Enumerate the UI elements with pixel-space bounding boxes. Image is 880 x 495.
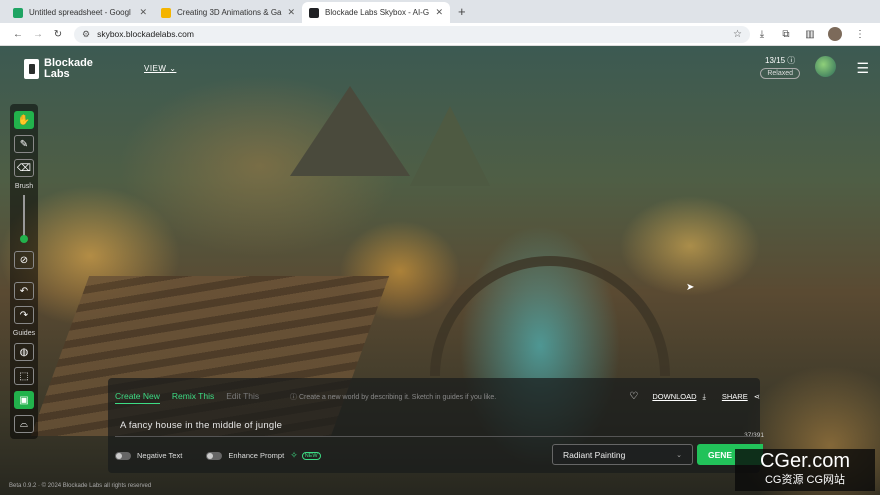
download-icon[interactable]: ⤓ <box>703 392 706 402</box>
credits-counter[interactable]: 13/15 ⓘ Relaxed <box>760 55 800 79</box>
logo-icon <box>24 58 39 79</box>
new-tab-button[interactable]: + <box>458 4 466 19</box>
share-button[interactable]: SHARE <box>722 392 748 401</box>
prompt-hint: ⓘ Create a new world by describing it. S… <box>290 392 496 402</box>
logo-line: Blockade <box>44 56 93 69</box>
brush-label: Brush <box>14 183 34 190</box>
blockade-favicon-icon <box>309 7 319 18</box>
redo-icon[interactable]: ↷ <box>14 306 34 324</box>
panel-actions: ♡ DOWNLOAD ⤓ SHARE ⋖ <box>629 391 760 402</box>
watermark-line: CG资源 CG网站 <box>764 474 846 486</box>
cube-guide-icon[interactable]: ⬚ <box>14 367 34 385</box>
url-text: skybox.blockadelabs.com <box>97 29 194 39</box>
info-icon[interactable]: ⓘ <box>787 56 795 65</box>
view-label: VIEW <box>144 64 167 73</box>
browser-tab-strip: Untitled spreadsheet - Googl ✕ Creating … <box>0 0 880 23</box>
user-avatar[interactable] <box>815 56 836 77</box>
chevron-down-icon: ⌄ <box>676 451 682 459</box>
download-button[interactable]: DOWNLOAD <box>652 392 696 401</box>
close-icon[interactable]: ✕ <box>287 7 295 18</box>
enhance-prompt-toggle[interactable] <box>206 451 223 460</box>
url-field[interactable]: ⚙ skybox.blockadelabs.com ☆ <box>74 25 750 43</box>
hand-tool-icon[interactable]: ✋ <box>14 111 34 129</box>
scene-bridge <box>430 256 670 376</box>
logo-line: Labs <box>44 67 70 80</box>
dome-guide-icon[interactable]: ⌓ <box>14 415 34 433</box>
clear-icon[interactable]: ⊘ <box>14 251 34 269</box>
logo[interactable]: Blockade Labs <box>44 56 104 80</box>
forward-icon[interactable]: → <box>28 29 48 40</box>
info-icon: ⓘ <box>290 394 297 401</box>
tab-title: Blockade Labs Skybox - AI-G <box>325 8 430 17</box>
negative-text-toggle[interactable] <box>115 451 131 460</box>
prompt-panel: Create New Remix This Edit This ⓘ Create… <box>108 378 764 473</box>
tab-create-new[interactable]: Create New <box>115 391 160 404</box>
tab-3d-animations[interactable]: Creating 3D Animations & Ga ✕ <box>154 2 302 23</box>
share-icon[interactable]: ⋖ <box>754 392 760 401</box>
mode-tabs: Create New Remix This Edit This <box>115 391 259 404</box>
new-badge: NEW <box>301 451 321 460</box>
eraser-tool-icon[interactable]: ⌫ <box>14 159 34 177</box>
app-header: Blockade Labs VIEW ⌄ <box>0 46 880 91</box>
brush-size-slider[interactable] <box>20 195 28 243</box>
footer-text: Beta 0.9.2 · © 2024 Blockade Labs all ri… <box>9 483 152 489</box>
site-info-icon[interactable]: ⚙ <box>82 29 90 40</box>
tab-remix-this[interactable]: Remix This <box>172 391 214 404</box>
address-bar: ← → ↻ ⚙ skybox.blockadelabs.com ☆ ⤓ ⧉ ▥ … <box>0 23 880 46</box>
reload-icon[interactable]: ↻ <box>48 29 68 40</box>
tab-spreadsheet[interactable]: Untitled spreadsheet - Googl ✕ <box>6 2 154 23</box>
watermark-line: CGer.com <box>759 450 851 472</box>
bookmark-star-icon[interactable]: ☆ <box>733 29 742 40</box>
download-icon[interactable]: ⤓ <box>750 29 774 40</box>
scene-roof <box>410 106 490 186</box>
sheets-icon <box>13 7 23 18</box>
credits-mode-badge: Relaxed <box>760 68 800 79</box>
prompt-input[interactable]: A fancy house in the middle of jungle <box>120 420 282 431</box>
undo-icon[interactable]: ↶ <box>14 282 34 300</box>
chevron-down-icon: ⌄ <box>169 64 177 73</box>
image-guide-icon[interactable]: ▣ <box>14 391 34 409</box>
brush-tool-icon[interactable]: ✎ <box>14 135 34 153</box>
extensions-icon[interactable]: ⧉ <box>774 29 798 40</box>
heart-icon[interactable]: ♡ <box>629 391 638 402</box>
slides-icon <box>161 7 171 18</box>
tool-sidebar: ✋ ✎ ⌫ Brush ⊘ ↶ ↷ Guides ◍ ⬚ ▣ ⌓ <box>10 104 38 439</box>
slider-knob[interactable] <box>20 235 28 243</box>
negative-text-label: Negative Text <box>137 451 183 460</box>
hamburger-menu-icon[interactable]: ☰ <box>856 60 869 77</box>
skybox-viewport[interactable]: ➤ Blockade Labs VIEW ⌄ 13/15 ⓘ Relaxed ☰… <box>0 46 880 495</box>
divider <box>115 436 755 437</box>
mouse-cursor-icon: ➤ <box>686 282 695 293</box>
profile-avatar[interactable] <box>828 27 842 41</box>
prompt-options: Negative Text Enhance Prompt ✧ NEW <box>115 450 321 461</box>
view-menu-button[interactable]: VIEW ⌄ <box>144 64 176 73</box>
close-icon[interactable]: ✕ <box>139 7 147 18</box>
credits-value: 13/15 <box>765 56 786 65</box>
tab-title: Untitled spreadsheet - Googl <box>29 8 131 17</box>
close-icon[interactable]: ✕ <box>435 7 443 18</box>
tab-title: Creating 3D Animations & Ga <box>177 8 282 17</box>
tab-skybox[interactable]: Blockade Labs Skybox - AI-G ✕ <box>302 2 450 23</box>
watermark: CGer.com CG资源 CG网站 <box>735 449 875 491</box>
globe-guide-icon[interactable]: ◍ <box>14 343 34 361</box>
style-value: Radiant Painting <box>563 449 626 460</box>
guides-label: Guides <box>12 330 36 337</box>
scene-roof <box>290 86 410 176</box>
enhance-prompt-label: Enhance Prompt <box>228 451 285 460</box>
back-icon[interactable]: ← <box>8 29 28 40</box>
tab-edit-this[interactable]: Edit This <box>226 391 259 404</box>
sparkle-icon: ✧ <box>290 450 298 460</box>
hint-text: Create a new world by describing it. Ske… <box>298 394 497 401</box>
style-select[interactable]: Radiant Painting ⌄ <box>552 444 693 465</box>
sidebar-icon[interactable]: ▥ <box>798 29 822 40</box>
more-menu-icon[interactable]: ⋮ <box>848 29 872 40</box>
